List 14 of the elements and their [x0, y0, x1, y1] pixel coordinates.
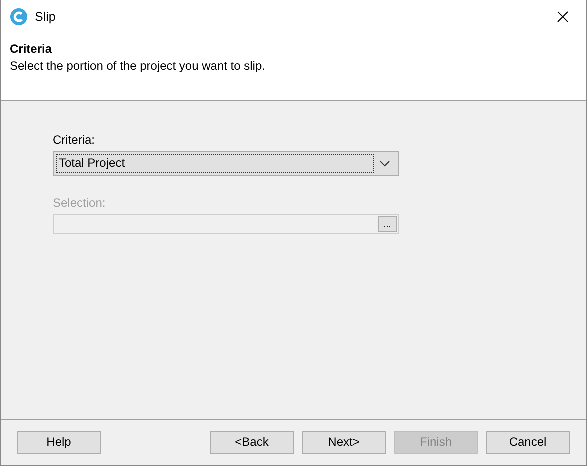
cancel-button[interactable]: Cancel	[486, 430, 570, 454]
help-button[interactable]: Help	[17, 430, 101, 454]
selection-label: Selection:	[53, 196, 107, 210]
chevron-down-icon	[380, 160, 390, 166]
next-button[interactable]: Next>	[302, 430, 386, 454]
close-icon	[557, 11, 569, 23]
app-logo-icon	[10, 8, 28, 26]
back-button[interactable]: <Back	[210, 430, 294, 454]
window-title: Slip	[35, 10, 57, 24]
criteria-label: Criteria:	[53, 133, 96, 147]
step-title: Criteria	[10, 42, 54, 56]
criteria-dropdown[interactable]: Total Project	[53, 151, 399, 176]
dropdown-value: Total Project	[56, 154, 374, 173]
step-description: Select the portion of the project you want to slip.	[10, 59, 266, 73]
